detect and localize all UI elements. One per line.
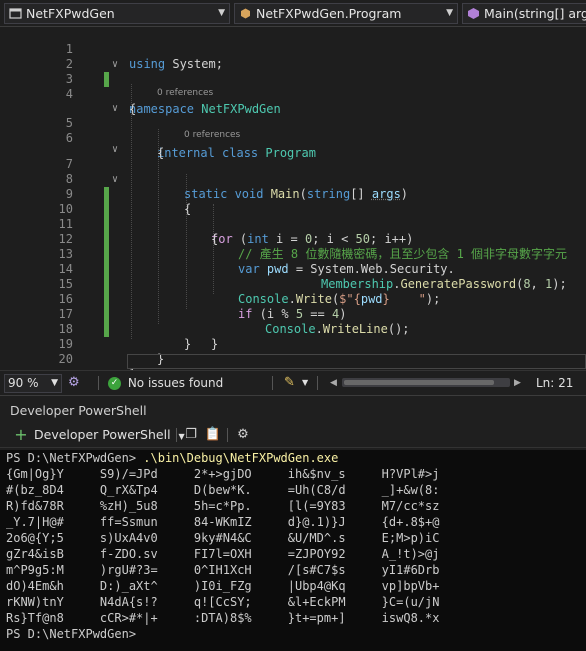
editor-status-bar: 90 % ▼ ⚙ ✓ No issues found ✎ ▼ ◀ ▶ Ln: 2…	[0, 370, 586, 395]
zoom-level: 90 %	[8, 376, 39, 390]
scroll-left-icon[interactable]: ◀	[330, 371, 337, 395]
navigation-bar: NetFXPwdGen ▼ NetFXPwdGen.Program ▼ Main…	[0, 0, 586, 27]
paste-icon[interactable]: 📋	[204, 426, 222, 444]
terminal-output-line: m^P9g5:M )rgU#?3= 0^IH1XcH /[s#C7$s yI1#…	[6, 563, 440, 577]
member-name: Main(string[] args)	[484, 6, 586, 21]
code-line: 3 ∨ namespace NetFXPwdGen	[0, 57, 586, 116]
chevron-down-icon: ▼	[51, 378, 58, 388]
terminal-output[interactable]: PS D:\NetFXPwdGen> .\bin\Debug\NetFXPwdG…	[0, 450, 586, 651]
code-line: 10 {	[0, 187, 586, 246]
terminal-output-line: dO)4Em&h D:)_aXt^ )I0i_FZg |Ubp4@Kq vp]b…	[6, 579, 440, 593]
status-separator	[98, 376, 99, 390]
status-separator	[317, 376, 318, 390]
csharp-project-icon	[9, 8, 22, 19]
code-line: 18 }	[0, 307, 586, 351]
code-line: 13 Membership.GeneratePassword(8, 1);	[0, 232, 586, 291]
code-line: 15 if (i % 5 == 4)	[0, 262, 586, 321]
powershell-toolbar: + Developer PowerShell ▼ ❐ 📋 ⚙	[0, 422, 586, 448]
fold-chevron-icon[interactable]: ∨	[112, 172, 122, 187]
fold-chevron-icon[interactable]: ∨	[112, 142, 122, 157]
code-line: 11 // 產生 8 位數隨機密碼，且至少包含 1 個非字母數字字元	[0, 202, 586, 261]
code-lens-references[interactable]: 0 references	[184, 130, 240, 140]
fold-chevron-icon[interactable]: ∨	[112, 57, 122, 72]
code-line: 1 using System;	[0, 27, 586, 71]
terminal-output-line: rKNW)tnY N4dA{s!? q![CcSY; &l+EckPM }C=(…	[6, 595, 440, 609]
chevron-down-icon: ▼	[446, 8, 453, 18]
no-issues-indicator[interactable]: ✓ No issues found	[108, 371, 223, 395]
method-icon	[468, 8, 479, 19]
class-dropdown[interactable]: NetFXPwdGen.Program ▼	[234, 3, 458, 24]
terminal-prompt-line: PS D:\NetFXPwdGen>	[6, 626, 143, 642]
toolbar-separator	[227, 428, 228, 442]
terminal-output-line: gZr4&isB f-ZDO.sv FI7l=OXH =ZJPOY92 A_!t…	[6, 547, 440, 561]
line-number: 4	[65, 87, 73, 101]
code-line: 9 ∨ for (int i = 0; i < 50; i++)	[0, 172, 586, 246]
code-line: 7 ∨ static void Main(string[] args)	[0, 142, 586, 201]
terminal-output-line: #(bz_8D4 Q_rX&Tp4 D(bew*K. =Uh(C8/d _]+&…	[6, 483, 440, 497]
code-line: 2	[0, 42, 586, 87]
code-line: 14 Console.Write($"{pwd} ");	[0, 247, 586, 306]
code-line: 16 Console.WriteLine();	[0, 277, 586, 336]
toolbar-separator	[176, 428, 177, 442]
settings-gear-icon[interactable]: ⚙	[234, 426, 252, 444]
fold-chevron-icon[interactable]: ∨	[112, 101, 122, 116]
code-line: 19 }	[0, 322, 586, 366]
horizontal-scrollbar[interactable]	[342, 378, 510, 387]
issues-text: No issues found	[127, 376, 224, 390]
project-name: NetFXPwdGen	[26, 6, 115, 21]
copilot-icon[interactable]: ⚙	[68, 371, 80, 395]
class-name: NetFXPwdGen.Program	[256, 6, 402, 21]
tool-window-title: Developer PowerShell	[10, 403, 147, 418]
cursor-position[interactable]: Ln: 21	[536, 371, 573, 395]
code-editor[interactable]: 0 references 0 references 1 using System…	[0, 27, 586, 370]
code-line: 20 }	[0, 337, 586, 370]
class-icon	[241, 8, 250, 19]
new-terminal-plus-icon[interactable]: +	[12, 426, 30, 444]
chevron-down-icon: ▼	[218, 8, 225, 18]
terminal-output-line: Rs}Tf@n8 cCR>#*|+ :DTA)8$% }t+=pm+] iswQ…	[6, 611, 440, 625]
code-line: 17 }	[0, 292, 586, 351]
check-circle-icon: ✓	[108, 377, 121, 390]
code-line: 8 {	[0, 157, 586, 216]
code-line: 12 var pwd = System.Web.Security.	[0, 217, 586, 276]
code-line: 6 {	[0, 116, 586, 160]
terminal-output-line: 2o6@{Y;5 s)UxA4v0 9ky#N4&C &U/MD^.s E;M>…	[6, 531, 440, 545]
code-lens-references[interactable]: 0 references	[157, 88, 213, 98]
code-line: 5 ∨ internal class Program	[0, 101, 586, 160]
developer-powershell-window: Developer PowerShell + Developer PowerSh…	[0, 395, 586, 651]
code-line: 21	[0, 355, 586, 370]
scrollbar-thumb[interactable]	[344, 380, 494, 385]
code-cleanup-brush-icon[interactable]: ✎	[284, 371, 295, 395]
terminal-command-line: PS D:\NetFXPwdGen> .\bin\Debug\NetFXPwdG…	[6, 450, 338, 466]
member-dropdown[interactable]: Main(string[] args)	[462, 3, 586, 24]
terminal-profile-label: Developer PowerShell	[34, 427, 171, 442]
status-separator	[272, 376, 273, 390]
terminal-prompt: PS D:\NetFXPwdGen>	[6, 627, 144, 641]
scroll-right-icon[interactable]: ▶	[514, 371, 521, 395]
terminal-profile-dropdown[interactable]: Developer PowerShell ▼	[34, 426, 185, 444]
chevron-down-icon[interactable]: ▼	[302, 371, 308, 395]
terminal-output-line: R)fd&78R %zH)_5u8 5h=c*Pp. [l(=9Y83 M7/c…	[6, 499, 440, 513]
project-dropdown[interactable]: NetFXPwdGen ▼	[4, 3, 230, 24]
terminal-prompt: PS D:\NetFXPwdGen>	[6, 451, 144, 465]
terminal-output-line: _Y.7|H@# ff=Ssmun 84-WKmIZ d}@.1)}J {d+.…	[6, 515, 440, 529]
terminal-output-line: {Gm|Og}Y S9)/=JPd 2*+>gjDO ih&$nv_s H?VP…	[6, 467, 440, 481]
copy-icon[interactable]: ❐	[182, 426, 200, 444]
code-line: 4 {	[0, 72, 586, 116]
terminal-command: .\bin\Debug\NetFXPwdGen.exe	[143, 451, 339, 465]
zoom-dropdown[interactable]: 90 % ▼	[4, 374, 62, 393]
